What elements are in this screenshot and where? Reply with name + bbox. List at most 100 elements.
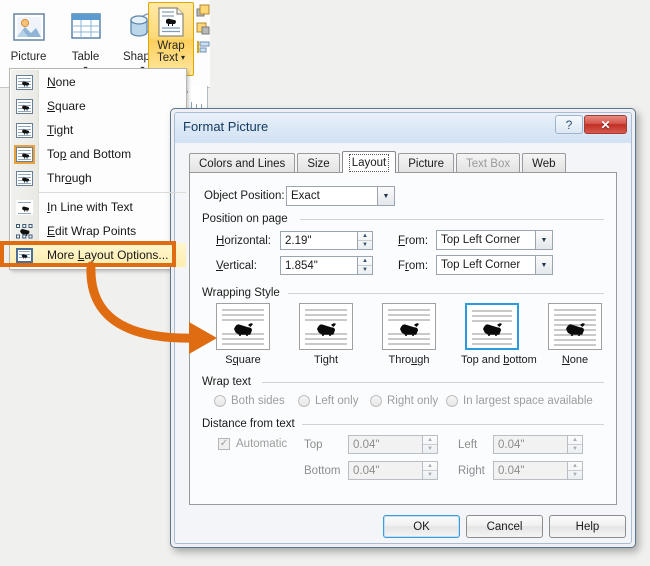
wrap-text-dropdown-menu[interactable]: None Square Tight Top and Bottom Through… — [9, 68, 187, 270]
wrap-none-thumb — [548, 303, 602, 350]
left-distance-input: 0.04" — [493, 435, 568, 454]
object-position-value: Exact — [291, 190, 320, 202]
automatic-label: Automatic — [236, 438, 288, 450]
help-button[interactable]: Help — [549, 515, 626, 538]
menu-item-top-and-bottom[interactable]: Top and Bottom — [10, 142, 186, 166]
radio-icon — [298, 395, 310, 407]
wrap-text-button[interactable]: Wrap Text ▾ — [148, 2, 194, 76]
edit-wrap-points-icon — [10, 223, 38, 239]
help-icon[interactable]: ? — [555, 115, 583, 134]
horizontal-from-value: Top Left Corner — [441, 234, 521, 246]
wrapping-style-caption: Top and bottom — [461, 354, 537, 366]
radio-label: In largest space available — [463, 395, 593, 407]
wrap-through-thumb — [382, 303, 436, 350]
menu-item-tight[interactable]: Tight — [10, 118, 186, 142]
menu-item-in-line-with-text[interactable]: In Line with Text — [10, 195, 186, 219]
vertical-from-label: From: — [398, 260, 429, 272]
wrapping-style-none[interactable]: None — [544, 303, 606, 366]
vertical-from-value: Top Left Corner — [441, 259, 521, 271]
tab-label: Picture — [408, 157, 445, 170]
horizontal-label: HHorizontal:orizontal: — [216, 235, 271, 247]
wrapping-style-caption: Through — [388, 354, 430, 366]
ribbon-button-label: Table — [71, 51, 100, 63]
wrapping-style-top-and-bottom[interactable]: Top and bottom — [461, 303, 537, 366]
tab-picture[interactable]: Picture — [398, 153, 455, 173]
wrap-tight-icon — [10, 122, 38, 138]
menu-item-through[interactable]: Through — [10, 166, 186, 190]
horizontal-input[interactable]: 2.19" — [280, 231, 358, 250]
wrapping-style-tight[interactable]: Tight — [295, 303, 357, 366]
wrapping-style-caption: None — [561, 354, 589, 366]
chevron-down-icon[interactable]: ▼ — [535, 231, 552, 249]
object-position-combo[interactable]: Exact ▼ — [286, 186, 395, 206]
wrapping-style-caption: Tight — [313, 354, 339, 366]
wrap-text-label-line2: Text — [156, 52, 179, 64]
position-on-page-title: Position on page — [202, 213, 293, 225]
left-distance-label: Left — [458, 439, 478, 451]
wrap-text-icon — [156, 7, 186, 37]
menu-item-label: Tight — [47, 123, 74, 137]
automatic-checkbox: ✓ Automatic — [218, 438, 287, 450]
menu-item-label: Through — [47, 171, 92, 185]
tab-label: Colors and Lines — [199, 157, 286, 170]
wrap-tight-thumb — [299, 303, 353, 350]
distance-from-text-title: Distance from text — [202, 418, 300, 430]
picture-icon — [8, 6, 50, 48]
close-icon[interactable]: ✕ — [584, 115, 627, 134]
menu-separator — [39, 192, 186, 193]
align-icon[interactable] — [196, 40, 210, 54]
bottom-distance-spinner: ▲ ▼ — [423, 461, 438, 480]
dialog-titlebar[interactable]: Format Picture ? ✕ — [175, 113, 631, 143]
top-distance-spinner: ▲ ▼ — [423, 435, 438, 454]
wrap-text-title: Wrap text — [202, 376, 256, 388]
ok-button[interactable]: OK — [383, 515, 460, 538]
more-layout-options-icon — [10, 247, 38, 263]
tab-size[interactable]: Size — [297, 153, 340, 173]
tab-label: Layout — [348, 153, 390, 172]
right-distance-label: Right — [458, 465, 485, 477]
tab-layout[interactable]: Layout — [341, 151, 397, 173]
menu-item-edit-wrap-points[interactable]: Edit Wrap Points — [10, 219, 186, 243]
horizontal-from-combo[interactable]: Top Left Corner ▼ — [436, 230, 553, 250]
menu-item-label: Top and Bottom — [47, 147, 132, 161]
horizontal-value: 2.19" — [285, 234, 312, 247]
chevron-down-icon[interactable]: ▾ — [181, 52, 185, 64]
wrap-none-icon — [10, 74, 38, 90]
vertical-from-combo[interactable]: Top Left Corner ▼ — [436, 255, 553, 275]
top-distance-label: Top — [304, 439, 323, 451]
tab-colors-and-lines[interactable]: Colors and Lines — [189, 153, 296, 173]
wrap-square-icon — [10, 98, 38, 114]
wrap-text-label-line1: Wrap — [157, 40, 185, 52]
menu-item-none[interactable]: None — [10, 70, 186, 94]
dialog-tabs[interactable]: Colors and Lines Size Layout Picture Tex… — [189, 151, 568, 173]
menu-item-square[interactable]: Square — [10, 94, 186, 118]
vertical-spinner[interactable]: ▲ ▼ — [358, 256, 373, 275]
wrapping-style-through[interactable]: Through — [378, 303, 440, 366]
format-picture-dialog: Format Picture ? ✕ Colors and Lines Size… — [170, 108, 636, 548]
tab-text-box: Text Box — [456, 153, 521, 173]
wrap-top-bottom-thumb — [465, 303, 519, 350]
left-distance-value: 0.04" — [498, 438, 525, 451]
radio-icon — [446, 395, 458, 407]
ribbon-button-label: Picture — [10, 51, 47, 63]
send-backward-icon[interactable] — [196, 22, 210, 36]
group-rule — [262, 382, 604, 383]
annotation-arrow — [85, 252, 235, 362]
object-position-label: Object Position: — [204, 190, 285, 202]
vertical-input[interactable]: 1.854" — [280, 256, 358, 275]
chevron-down-icon[interactable]: ▼ — [377, 187, 394, 205]
bottom-distance-label: Bottom — [304, 465, 341, 477]
chevron-down-icon[interactable]: ▼ — [535, 256, 552, 274]
menu-item-label: In Line with Text — [47, 200, 133, 214]
vertical-value: 1.854" — [285, 259, 318, 272]
cancel-button[interactable]: Cancel — [466, 515, 543, 538]
menu-item-label: Edit Wrap Points — [47, 224, 137, 238]
layout-tab-panel: Object Position: Exact ▼ Position on pag… — [189, 172, 617, 505]
horizontal-spinner[interactable]: ▲ ▼ — [358, 231, 373, 250]
dialog-title: Format Picture — [183, 119, 269, 134]
tab-web[interactable]: Web — [522, 153, 566, 173]
horizontal-from-label: From: — [398, 235, 429, 247]
left-distance-spinner: ▲ ▼ — [568, 435, 583, 454]
bring-forward-icon[interactable] — [196, 4, 210, 18]
menu-item-label: None — [47, 75, 76, 89]
